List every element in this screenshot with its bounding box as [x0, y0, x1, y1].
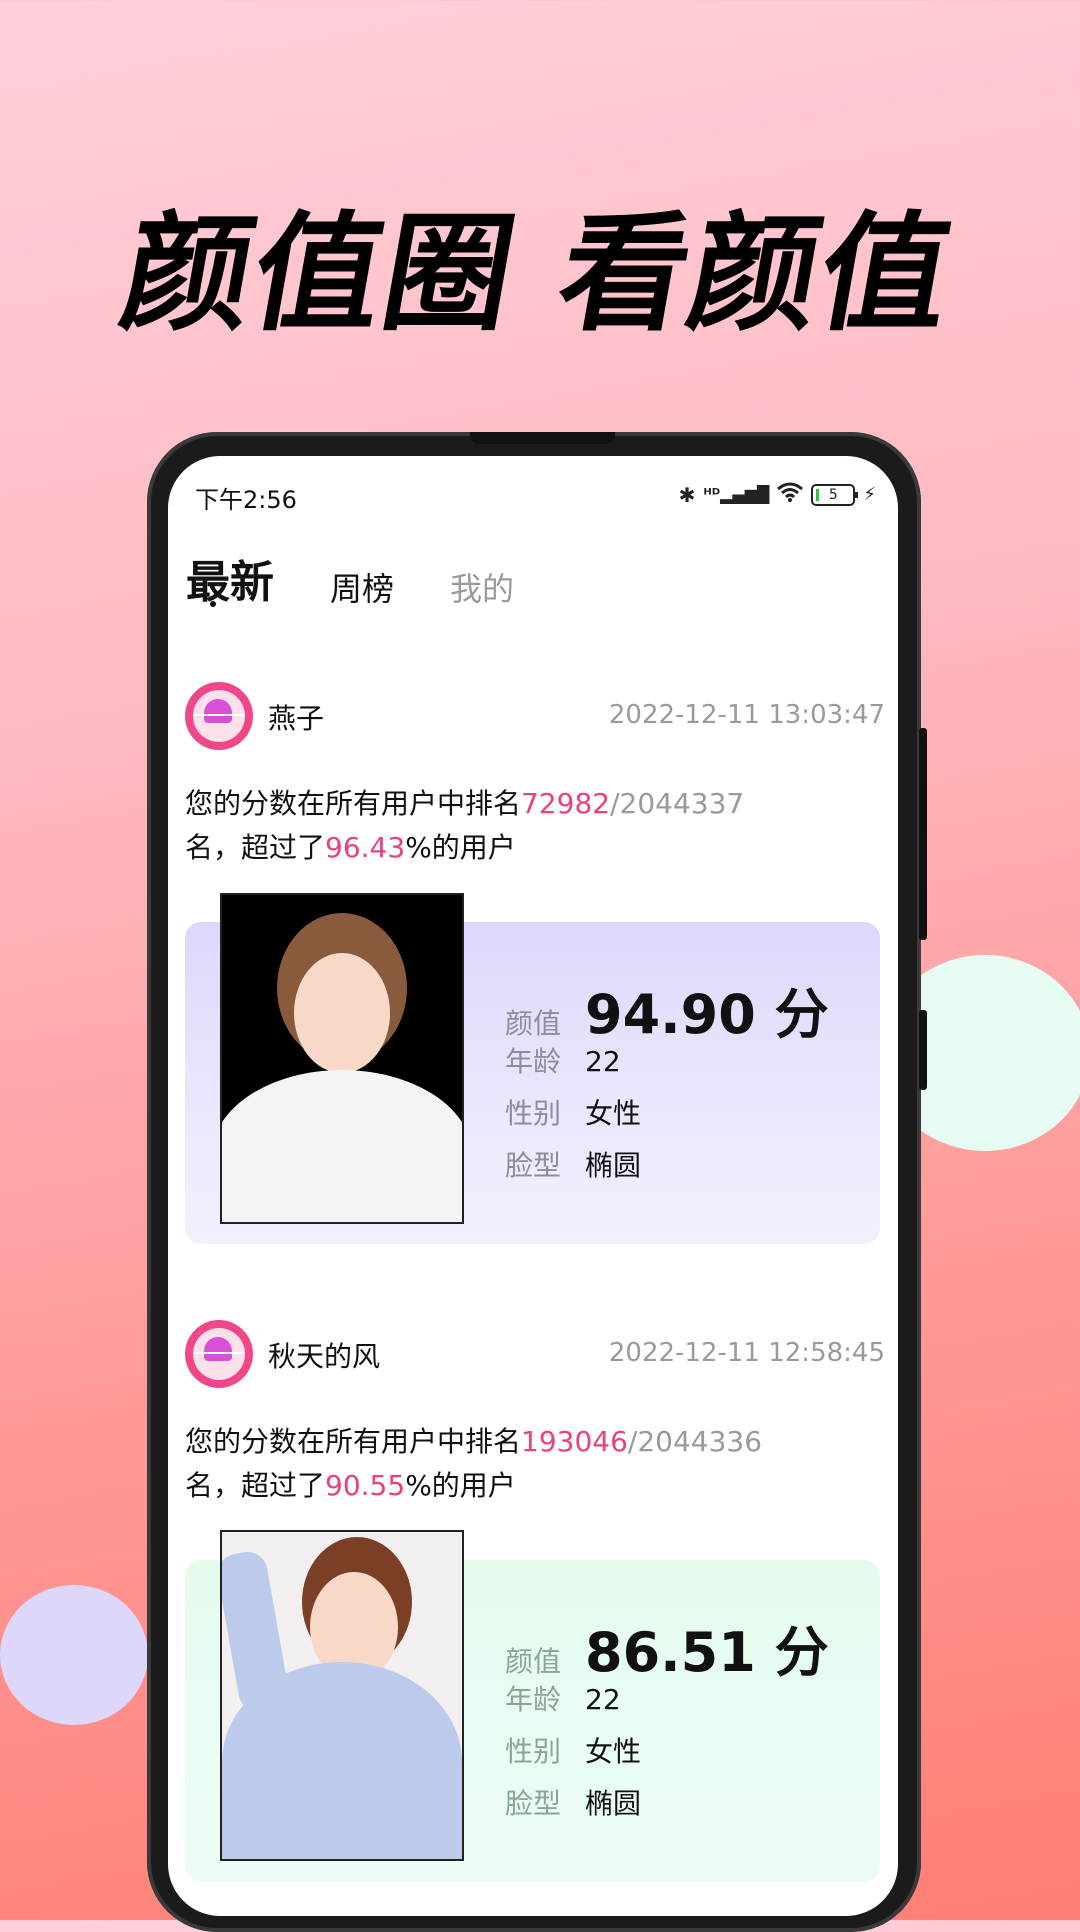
score-label: 颜值 [505, 1007, 562, 1040]
status-time: 下午2:56 [195, 486, 297, 514]
gender-label: 性别 [505, 1735, 562, 1768]
rank-text: 您的分数在所有用户中排名72982/2044337 名，超过了96.43%的用户 [185, 787, 745, 864]
tab-latest[interactable]: 最新 [186, 546, 274, 610]
post-username[interactable]: 燕子 [268, 697, 324, 737]
charging-icon: ⚡ [863, 484, 876, 505]
app-screen: 下午2:56 ✱ ᴴᴰ▂▄▆█ 5 ⚡ 最新 周榜 我的 燕子 2022-12-… [168, 456, 898, 1916]
decor-lavender-circle [0, 1585, 148, 1725]
avatar-icon[interactable] [185, 682, 253, 750]
wifi-icon [777, 482, 804, 507]
age-value: 22 [585, 1683, 621, 1716]
tab-bar: 最新 周榜 我的 [186, 546, 514, 610]
age-value: 22 [585, 1045, 621, 1078]
face-shape-value: 椭圆 [585, 1149, 642, 1182]
avatar-icon[interactable] [185, 1320, 253, 1388]
active-tab-indicator [210, 601, 216, 607]
battery-icon: 5 [811, 483, 859, 506]
tab-weekly[interactable]: 周榜 [330, 564, 394, 610]
percent-value: 96.43 [325, 831, 406, 864]
score-label: 颜值 [505, 1645, 562, 1678]
phone-power-button [919, 1010, 927, 1090]
face-shape-label: 脸型 [505, 1787, 562, 1820]
status-bar: 下午2:56 ✱ ᴴᴰ▂▄▆█ 5 ⚡ [168, 476, 898, 516]
face-shape-value: 椭圆 [585, 1787, 642, 1820]
rank-value: 72982 [521, 787, 611, 820]
rank-total: /2044337 [610, 787, 745, 820]
post-datetime: 2022-12-11 13:03:47 [608, 700, 885, 730]
post-datetime: 2022-12-11 12:58:45 [608, 1338, 885, 1368]
bluetooth-icon: ✱ [678, 482, 696, 507]
age-label: 年龄 [505, 1683, 562, 1716]
percent-value: 90.55 [325, 1469, 406, 1502]
user-photo[interactable] [220, 893, 464, 1224]
promo-headline: 颜值圈 看颜值 [111, 200, 965, 349]
user-photo[interactable] [220, 1530, 464, 1861]
post-username[interactable]: 秋天的风 [268, 1335, 380, 1375]
gender-value: 女性 [585, 1735, 642, 1768]
gender-label: 性别 [505, 1097, 562, 1130]
gender-value: 女性 [585, 1097, 642, 1130]
rank-text: 您的分数在所有用户中排名193046/2044336 名，超过了90.55%的用… [185, 1425, 763, 1502]
score-value: 94.90 分 [585, 983, 829, 1046]
age-label: 年龄 [505, 1045, 562, 1078]
phone-notch [470, 432, 615, 444]
rank-value: 193046 [521, 1425, 628, 1458]
face-shape-label: 脸型 [505, 1149, 562, 1182]
rank-total: /2044336 [627, 1425, 763, 1458]
hd-signal-icon: ᴴᴰ▂▄▆█ [703, 485, 770, 504]
score-value: 86.51 分 [585, 1621, 829, 1684]
phone-volume-button [919, 728, 927, 940]
tab-mine[interactable]: 我的 [450, 564, 514, 610]
